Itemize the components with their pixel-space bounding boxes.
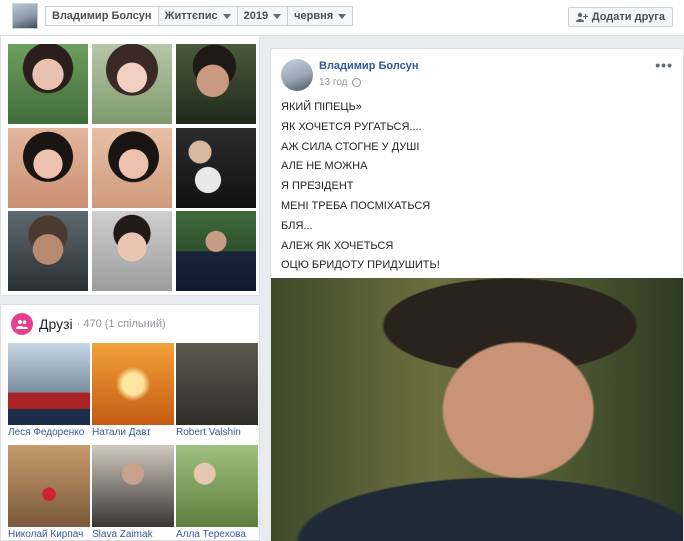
post-line: МЕНІ ТРЕБА ПОСМІХАТЬСЯ bbox=[281, 199, 431, 212]
photo-thumbnail[interactable] bbox=[8, 128, 88, 208]
friend-photo[interactable] bbox=[92, 343, 174, 425]
photo-thumbnail[interactable] bbox=[92, 44, 172, 124]
photos-card bbox=[0, 36, 260, 296]
friends-header[interactable]: Друзі · 470 (1 спільний) bbox=[11, 313, 166, 335]
profile-avatar[interactable] bbox=[12, 3, 38, 29]
photo-thumbnail[interactable] bbox=[176, 211, 256, 291]
post-text: ЯКИЙ ПІПЕЦЬ» ЯК ХОЧЕТСЯ РУГАТЬСЯ.... АЖ … bbox=[281, 98, 440, 276]
post-time[interactable]: 13 год bbox=[319, 77, 348, 88]
friend-item[interactable]: Леся Федоренко bbox=[8, 343, 90, 438]
post-line: АЛЕЖ ЯК ХОЧЕТЬСЯ bbox=[281, 239, 394, 252]
chevron-down-icon bbox=[222, 13, 231, 19]
photo-thumbnail[interactable] bbox=[176, 44, 256, 124]
post-card: Владимир Болсун 13 год ••• ЯКИЙ ПІПЕЦЬ» … bbox=[270, 48, 684, 541]
photo-thumbnail[interactable] bbox=[92, 128, 172, 208]
friend-name[interactable]: Алла Терехова bbox=[176, 529, 258, 540]
post-author[interactable]: Владимир Болсун bbox=[319, 60, 419, 72]
globe-icon bbox=[351, 78, 361, 87]
tab-year[interactable]: 2019 bbox=[236, 6, 289, 26]
friend-name[interactable]: Николай Кирпач bbox=[8, 529, 90, 540]
tab-timeline[interactable]: Життєпис bbox=[157, 6, 238, 26]
add-user-icon bbox=[575, 12, 588, 22]
post-line: АЖ СИЛА СТОГНЕ У ДУШІ bbox=[281, 140, 420, 153]
friend-item[interactable]: Николай Кирпач bbox=[8, 445, 90, 540]
photo-thumbnail[interactable] bbox=[8, 44, 88, 124]
add-friend-button[interactable]: Додати друга bbox=[567, 7, 673, 27]
profile-tabs: Владимир Болсун Життєпис 2019 червня bbox=[45, 6, 354, 26]
friend-item[interactable]: Алла Терехова bbox=[176, 445, 258, 540]
friend-photo[interactable] bbox=[176, 343, 258, 425]
post-line: ОЦЮ БРИДОТУ ПРИДУШИТЬ! bbox=[281, 259, 440, 272]
friend-photo[interactable] bbox=[8, 343, 90, 425]
friend-name[interactable]: Леся Федоренко bbox=[8, 427, 90, 438]
post-line: АЛЕ НЕ МОЖНА bbox=[281, 160, 368, 173]
chevron-down-icon bbox=[338, 13, 347, 19]
post-meta: 13 год bbox=[319, 77, 361, 88]
post-line: ЯКИЙ ПІПЕЦЬ» bbox=[281, 101, 362, 113]
friends-count: · 470 (1 спільний) bbox=[76, 318, 166, 330]
post-line: Я ПРЕЗІДЕНТ bbox=[281, 180, 354, 193]
photo-thumbnail[interactable] bbox=[92, 211, 172, 291]
friends-card: Друзі · 470 (1 спільний) Леся Федоренко … bbox=[0, 304, 260, 541]
chevron-down-icon bbox=[273, 13, 282, 19]
friend-photo[interactable] bbox=[92, 445, 174, 527]
avatar[interactable] bbox=[281, 59, 313, 91]
friend-name[interactable]: Натали Давт bbox=[92, 427, 174, 438]
friend-item[interactable]: Натали Давт bbox=[92, 343, 174, 438]
friend-name[interactable]: Slava Zaimak bbox=[92, 529, 174, 540]
post-line: БЛЯ... bbox=[281, 219, 313, 232]
post-image[interactable] bbox=[271, 278, 683, 541]
friend-photo[interactable] bbox=[8, 445, 90, 527]
friend-photo[interactable] bbox=[176, 445, 258, 527]
profile-top-bar: Владимир Болсун Життєпис 2019 червня Дод… bbox=[0, 0, 684, 36]
friend-item[interactable]: Robert Valshin bbox=[176, 343, 258, 438]
friends-icon bbox=[11, 313, 33, 335]
friends-title[interactable]: Друзі bbox=[39, 316, 73, 332]
friend-name[interactable]: Robert Valshin bbox=[176, 427, 258, 438]
profile-name-tab[interactable]: Владимир Болсун bbox=[45, 6, 159, 26]
tab-month[interactable]: червня bbox=[287, 6, 354, 26]
post-line: ЯК ХОЧЕТСЯ РУГАТЬСЯ.... bbox=[281, 120, 422, 133]
friend-item[interactable]: Slava Zaimak bbox=[92, 445, 174, 540]
photo-thumbnail[interactable] bbox=[176, 128, 256, 208]
more-options-icon[interactable]: ••• bbox=[655, 57, 673, 73]
photo-thumbnail[interactable] bbox=[8, 211, 88, 291]
